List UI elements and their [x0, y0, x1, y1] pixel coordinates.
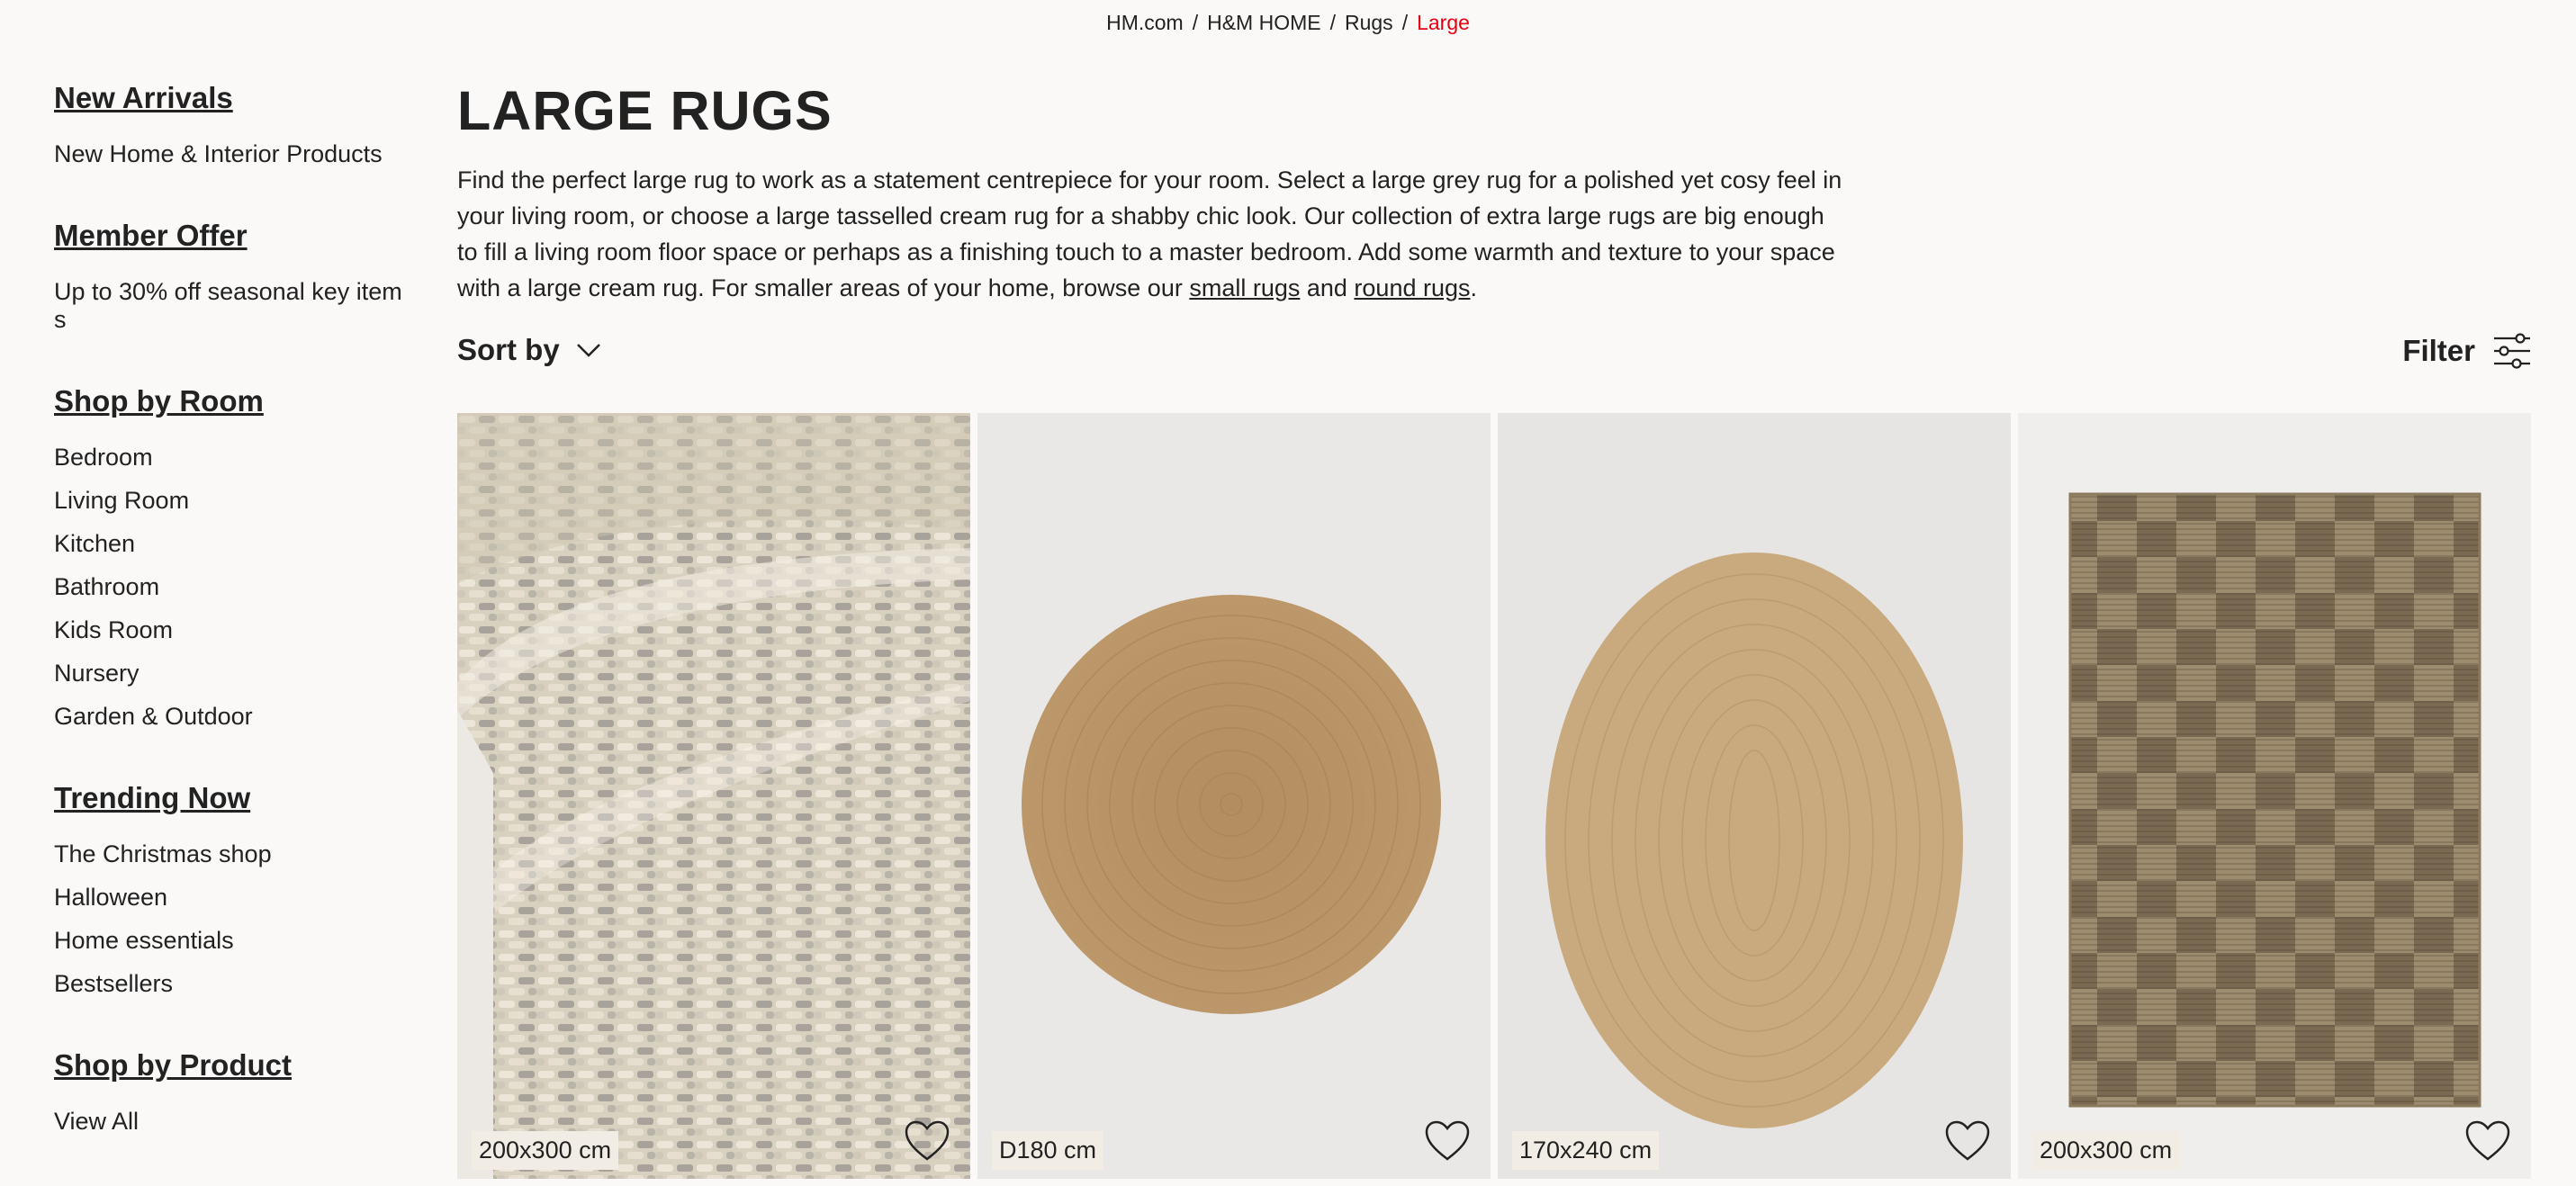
- product-image-woven-rug[interactable]: [457, 413, 970, 1179]
- sidebar-item-view-all[interactable]: View All: [54, 1108, 405, 1136]
- sidebar-heading-trending-now[interactable]: Trending Now: [54, 781, 405, 815]
- sort-by-button[interactable]: Sort by: [457, 333, 601, 367]
- product-card[interactable]: 200x300 cm: [2018, 413, 2531, 1179]
- sidebar-item-seasonal-offer[interactable]: Up to 30% off seasonal key item s: [54, 278, 405, 334]
- filter-label: Filter: [2402, 334, 2475, 367]
- sidebar-heading-member-offer[interactable]: Member Offer: [54, 219, 405, 253]
- size-badge: D180 cm: [992, 1131, 1104, 1170]
- sidebar-item-bedroom[interactable]: Bedroom: [54, 444, 405, 472]
- filter-sliders-icon: [2494, 333, 2530, 369]
- small-rugs-link[interactable]: small rugs: [1189, 274, 1300, 301]
- breadcrumb-separator: /: [1329, 11, 1336, 34]
- category-header: LARGE RUGS Find the perfect large rug to…: [457, 79, 2531, 306]
- sidebar-item-bestsellers[interactable]: Bestsellers: [54, 970, 405, 998]
- breadcrumb-current: Large: [1417, 11, 1470, 34]
- size-badge: 170x240 cm: [1512, 1131, 1660, 1170]
- breadcrumb-hm[interactable]: HM.com: [1106, 11, 1184, 34]
- sidebar-heading-new-arrivals[interactable]: New Arrivals: [54, 81, 405, 115]
- product-grid: 200x300 cm D180 cm 170x240 cm 200x300 cm: [457, 413, 2531, 1179]
- product-card[interactable]: 200x300 cm: [457, 413, 970, 1179]
- size-badge: 200x300 cm: [472, 1131, 619, 1170]
- favorite-heart-icon[interactable]: [1944, 1119, 1991, 1163]
- sidebar-item-garden-outdoor[interactable]: Garden & Outdoor: [54, 703, 405, 731]
- sidebar-group-shop-by-product: Shop by Product View All: [54, 1048, 405, 1136]
- breadcrumb: HM.com / H&M HOME / Rugs / Large: [0, 11, 2576, 35]
- sidebar-item-bathroom[interactable]: Bathroom: [54, 573, 405, 601]
- favorite-heart-icon[interactable]: [904, 1119, 950, 1163]
- sidebar-group-shop-by-room: Shop by Room Bedroom Living Room Kitchen…: [54, 384, 405, 731]
- sidebar-item-living-room[interactable]: Living Room: [54, 487, 405, 515]
- listing-controls: Sort by Filter: [457, 333, 2531, 378]
- sidebar-group-member-offer: Member Offer Up to 30% off seasonal key …: [54, 219, 405, 334]
- breadcrumb-separator: /: [1192, 11, 1199, 34]
- product-card[interactable]: 170x240 cm: [1498, 413, 2011, 1179]
- sidebar-item-kids-room[interactable]: Kids Room: [54, 616, 405, 644]
- sidebar-item-nursery[interactable]: Nursery: [54, 660, 405, 687]
- chevron-down-icon: [576, 344, 600, 357]
- round-rugs-link[interactable]: round rugs: [1354, 274, 1470, 301]
- sidebar-item-christmas-shop[interactable]: The Christmas shop: [54, 840, 405, 868]
- sidebar-item-home-essentials[interactable]: Home essentials: [54, 927, 405, 955]
- breadcrumb-rugs[interactable]: Rugs: [1345, 11, 1393, 34]
- product-image-checked-rug[interactable]: [2018, 413, 2531, 1179]
- sidebar-heading-shop-by-room[interactable]: Shop by Room: [54, 384, 405, 418]
- sidebar-item-new-home-interior[interactable]: New Home & Interior Products: [54, 140, 405, 168]
- breadcrumb-hm-home[interactable]: H&M HOME: [1207, 11, 1321, 34]
- product-image-round-rug[interactable]: [977, 413, 1491, 1179]
- description-text: .: [1470, 274, 1478, 301]
- page-title: LARGE RUGS: [457, 80, 833, 141]
- sidebar-nav: New Arrivals New Home & Interior Product…: [54, 81, 405, 1186]
- product-image-oval-rug[interactable]: [1498, 413, 2011, 1179]
- sort-by-label: Sort by: [457, 333, 560, 366]
- category-description: Find the perfect large rug to work as a …: [457, 162, 1843, 306]
- sidebar-heading-shop-by-product[interactable]: Shop by Product: [54, 1048, 405, 1083]
- sidebar-item-halloween[interactable]: Halloween: [54, 884, 405, 912]
- filter-button[interactable]: Filter: [2402, 333, 2531, 369]
- sidebar-group-trending-now: Trending Now The Christmas shop Hallowee…: [54, 781, 405, 998]
- sidebar-group-new-arrivals: New Arrivals New Home & Interior Product…: [54, 81, 405, 168]
- description-text: and: [1300, 274, 1355, 301]
- sidebar-item-kitchen[interactable]: Kitchen: [54, 530, 405, 558]
- description-text: Find the perfect large rug to work as a …: [457, 166, 1842, 301]
- breadcrumb-separator: /: [1401, 11, 1409, 34]
- favorite-heart-icon[interactable]: [2464, 1119, 2511, 1163]
- size-badge: 200x300 cm: [2032, 1131, 2180, 1170]
- product-card[interactable]: D180 cm: [977, 413, 1491, 1179]
- favorite-heart-icon[interactable]: [1424, 1119, 1471, 1163]
